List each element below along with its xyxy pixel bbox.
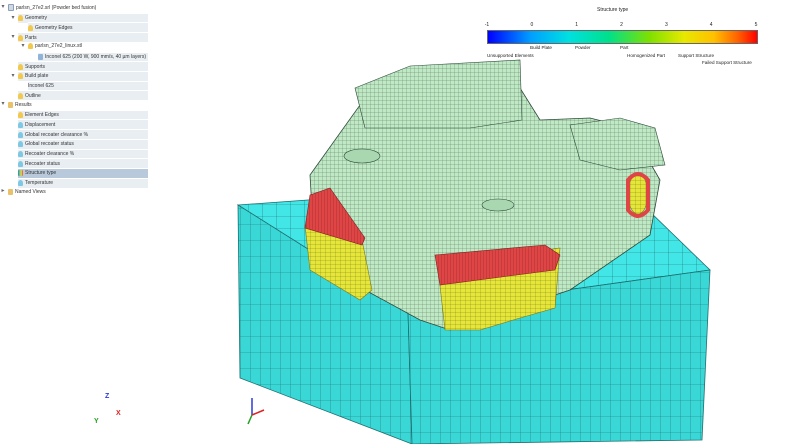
visibility-icon — [18, 92, 23, 99]
graphics-viewport[interactable]: Structure type -1 0 1 2 3 4 5 Build Plate Powd… — [150, 0, 788, 444]
legend-label-homogenized-part: Homogenized Part — [627, 53, 666, 58]
legend-tick: 1 — [575, 22, 579, 28]
expand-toggle[interactable]: ▸ — [0, 187, 6, 196]
tree-item[interactable]: ▾ parlsn_27e2_linux.stl — [21, 42, 148, 51]
support-right — [627, 173, 649, 215]
tree-item[interactable]: ▸ Named Views — [1, 187, 148, 196]
visibility-icon — [18, 73, 23, 80]
legend-label-unsupported: Unsupported Elements — [487, 53, 534, 58]
tree-item[interactable]: Structure type — [18, 167, 148, 178]
legend-title: Structure type — [597, 7, 629, 13]
part-hole-left — [343, 148, 381, 164]
visibility-icon — [28, 43, 33, 50]
legend-tick: 0 — [530, 22, 534, 28]
visibility-icon — [18, 112, 23, 119]
tree-item-label: Displacement — [25, 121, 56, 128]
legend-label-powder: Powder — [575, 45, 591, 50]
tree-item-label: Global recoater clearance % — [25, 131, 89, 138]
visibility-icon — [18, 15, 23, 22]
expand-toggle[interactable]: ▾ — [0, 3, 6, 12]
visibility-icon — [18, 34, 23, 41]
visibility-icon — [18, 160, 23, 167]
folder-icon — [8, 188, 13, 195]
tree-item[interactable]: ▾ Results — [1, 100, 148, 109]
expand-toggle[interactable]: ▾ — [10, 33, 16, 42]
expand-toggle[interactable]: ▾ — [10, 14, 16, 23]
tree-item[interactable]: Displacement — [18, 119, 148, 130]
tree-item-label: Recoater clearance % — [25, 151, 75, 157]
tree-item[interactable]: Outline — [18, 90, 148, 101]
visibility-icon — [18, 180, 23, 187]
tree-item-label: Structure type — [25, 170, 57, 177]
tree-item-label: Results — [15, 101, 32, 108]
legend-tick: -1 — [484, 22, 490, 28]
tree-item-label: Element Edges — [25, 112, 59, 119]
expand-toggle[interactable]: ▾ — [10, 72, 16, 81]
tree-item-label: Parts — [25, 34, 37, 41]
tree-item[interactable]: Inconel 625 — [28, 80, 148, 91]
expand-toggle[interactable]: ▾ — [20, 42, 26, 51]
tree-item-label: parlsn_27e2.srl (Powder bed fusion) — [16, 4, 97, 11]
visibility-icon — [28, 24, 33, 31]
visibility-icon — [18, 151, 23, 157]
folder-icon — [8, 101, 13, 108]
material-icon — [38, 54, 43, 60]
tree-item[interactable]: Recoater status — [18, 158, 148, 169]
tree-item-label: Outline — [25, 92, 41, 99]
legend-tick: 2 — [620, 22, 623, 28]
part-top-left-block — [354, 59, 523, 129]
part-hole-right — [481, 198, 515, 212]
visibility-icon — [18, 121, 23, 128]
tree-item-label: Recoater status — [25, 160, 61, 167]
visibility-icon — [18, 131, 23, 138]
tree-item-label: Build plate — [25, 73, 49, 80]
legend-label-support-structure: Support Structure — [678, 53, 715, 58]
legend-tick: 5 — [754, 22, 758, 28]
tree-item-label: Global recoater status — [25, 141, 74, 148]
tree-item[interactable]: Global recoater status — [18, 138, 148, 149]
tree-item[interactable]: Temperature — [18, 177, 148, 188]
legend-label-failed-support: Failed Support Structure — [702, 60, 752, 65]
tree-item[interactable]: Geometry Edges — [28, 22, 148, 33]
axis-x-label: X — [116, 410, 121, 417]
axis-z-label: Z — [105, 393, 110, 400]
tree-item-label: Geometry — [25, 15, 47, 22]
expand-toggle[interactable]: ▾ — [0, 100, 6, 109]
tree-item[interactable]: Element Edges — [18, 109, 148, 120]
tree-item-label: Geometry Edges — [35, 24, 73, 31]
axis-y-label: Y — [94, 418, 99, 425]
visibility-icon — [18, 141, 23, 148]
tree-item-label: Temperature — [25, 180, 54, 187]
tree-item[interactable]: Global recoater clearance % — [18, 129, 148, 140]
mesh-render — [236, 59, 711, 444]
palette-icon — [18, 170, 23, 177]
legend-tick: 3 — [664, 22, 668, 28]
axis-triad — [247, 398, 265, 425]
legend-tick: 4 — [709, 22, 713, 28]
tree-item-label: Inconel 625 — [28, 83, 54, 90]
tree-item[interactable]: ▾ Geometry — [11, 12, 148, 23]
tree-item-label: Inconel 625 (200 W, 900 mm/s, 40 µm laye… — [45, 54, 146, 60]
tree-item-label: parlsn_27e2_linux.stl — [35, 43, 82, 50]
tree-item[interactable]: ▾ Parts — [11, 32, 148, 43]
model-tree-panel: ▾ parlsn_27e2.srl (Powder bed fusion) ▾ Geo… — [0, 0, 150, 444]
tree-item[interactable]: Inconel 625 (200 W, 900 mm/s, 40 µm laye… — [38, 51, 148, 62]
legend-label-build-plate: Build Plate — [530, 45, 552, 50]
document-icon — [8, 4, 14, 11]
legend-label-part: Part — [620, 45, 629, 50]
tree-item[interactable]: ▾ Build plate — [11, 70, 148, 81]
visibility-icon — [18, 63, 23, 70]
legend-colorbar — [487, 30, 758, 44]
tree-item[interactable]: ▾ parlsn_27e2.srl (Powder bed fusion) — [1, 3, 148, 12]
tree-item-label: Named Views — [15, 188, 46, 195]
tree-item[interactable]: Recoater clearance % — [18, 148, 148, 159]
tree-item[interactable]: Supports — [18, 61, 148, 72]
tree-item-label: Supports — [25, 63, 46, 70]
